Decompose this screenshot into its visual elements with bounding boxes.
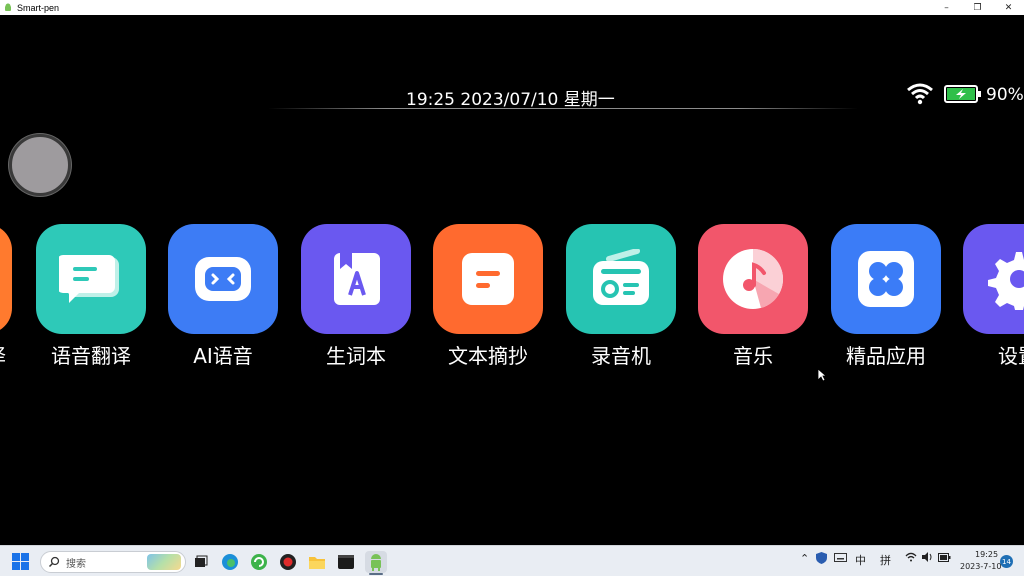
window-title: Smart-pen (17, 2, 60, 13)
app-settings[interactable]: 设置 (963, 224, 1024, 368)
text-excerpt-icon (462, 253, 514, 305)
close-button[interactable]: ✕ (993, 0, 1024, 15)
volume-icon[interactable] (921, 552, 933, 565)
vocab-book-icon (334, 253, 380, 305)
radio-recorder-icon (593, 249, 649, 305)
app-label: AI语音 (193, 344, 253, 368)
security-shield-icon[interactable] (816, 552, 827, 567)
taskbar-clock-time[interactable]: 19:25 (975, 550, 998, 559)
battery-tray-icon[interactable] (938, 552, 951, 565)
android-app-icon[interactable] (365, 551, 387, 573)
edge-browser-icon[interactable] (219, 551, 241, 573)
minimize-button[interactable]: – (931, 0, 962, 15)
battery-percent: 90% (986, 85, 1024, 105)
app-vocabulary-book[interactable]: 生词本 (301, 224, 411, 368)
app-grid-icon (858, 251, 914, 307)
robot-face-icon (195, 257, 251, 301)
taskbar-clock-date[interactable]: 2023-7-10 (960, 562, 1001, 571)
active-app-indicator (369, 573, 383, 575)
app-label: 文本摘抄 (448, 344, 528, 368)
app-text-excerpt[interactable]: 文本摘抄 (433, 224, 543, 368)
partial-app-label: 译 (0, 340, 6, 369)
terminal-icon[interactable] (335, 551, 357, 573)
app-music[interactable]: 音乐 (698, 224, 808, 368)
notification-badge[interactable]: 14 (1000, 555, 1013, 568)
screen-recorder-icon[interactable] (277, 551, 299, 573)
app-recorder[interactable]: 录音机 (566, 224, 676, 368)
app-label: 音乐 (733, 344, 773, 368)
window-titlebar: Smart-pen – ❐ ✕ (0, 0, 1024, 15)
network-wifi-icon[interactable] (905, 552, 917, 565)
app-label: 录音机 (591, 344, 651, 368)
device-screen: 19:25 2023/07/10 星期一 90% 译 语音翻译 (0, 15, 1024, 545)
app-label: 语音翻译 (51, 344, 131, 368)
partial-app-tile[interactable] (0, 224, 12, 334)
music-disc-icon (723, 249, 784, 309)
status-divider (268, 108, 858, 109)
task-view-icon[interactable] (190, 551, 212, 573)
app-label: 设置 (998, 344, 1024, 368)
app-label: 精品应用 (846, 344, 926, 368)
search-icon (48, 556, 60, 568)
file-explorer-icon[interactable] (306, 551, 328, 573)
search-placeholder: 搜索 (66, 558, 86, 570)
ime-mode-indicator[interactable]: 中 (855, 552, 866, 568)
app-featured-apps[interactable]: 精品应用 (831, 224, 941, 368)
app-ai-voice[interactable]: AI语音 (168, 224, 278, 368)
app-label: 生词本 (326, 344, 386, 368)
refresh-app-icon[interactable] (248, 551, 270, 573)
battery-charging-icon (944, 85, 981, 103)
wifi-icon (907, 83, 933, 105)
restore-button[interactable]: ❐ (962, 0, 993, 15)
android-icon (3, 3, 13, 13)
windows-taskbar: 搜索 ⌃ 中 拼 19:25 2023-7-10 14 (0, 545, 1024, 576)
app-voice-translate[interactable]: 语音翻译 (36, 224, 146, 368)
tray-overflow-icon[interactable]: ⌃ (800, 552, 809, 565)
gear-icon (988, 252, 1024, 310)
keyboard-icon[interactable] (834, 552, 847, 565)
taskbar-search-box[interactable]: 搜索 (40, 551, 186, 573)
status-datetime: 19:25 2023/07/10 星期一 (406, 90, 615, 110)
floating-assist-ball[interactable] (9, 134, 71, 196)
chat-translate-icon (59, 255, 119, 303)
ime-pinyin-indicator[interactable]: 拼 (880, 552, 891, 568)
search-highlight-image (147, 554, 181, 570)
windows-start-icon[interactable] (12, 553, 29, 570)
mouse-cursor-icon (817, 368, 827, 382)
